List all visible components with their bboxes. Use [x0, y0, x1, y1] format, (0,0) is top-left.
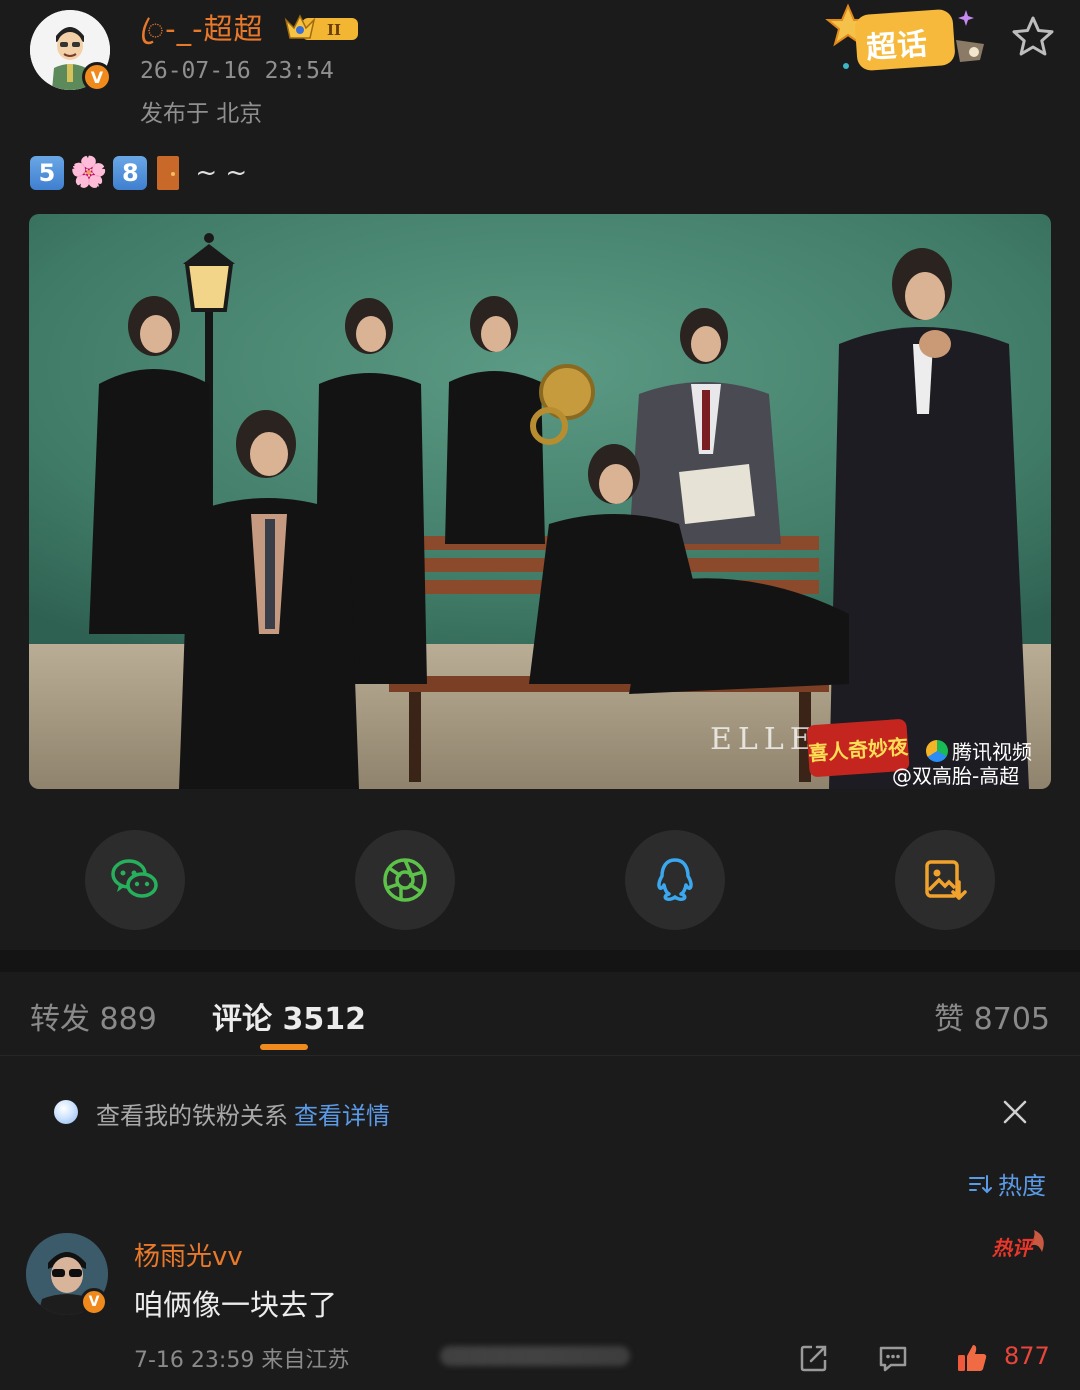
hot-comment-label: 热评 — [992, 1236, 1032, 1260]
fan-relation-text: 查看我的铁粉关系 查看详情 — [96, 1096, 390, 1131]
qq-icon — [657, 858, 693, 901]
post-text: 5 🌸 8 ~ ~ — [30, 154, 247, 192]
comment-like-count: 877 — [1004, 1342, 1050, 1370]
active-tab-indicator — [260, 1044, 308, 1050]
blurred-content — [440, 1346, 630, 1366]
moments-icon — [383, 858, 427, 902]
photo-watermark-credit: @双高胎-高超 — [892, 764, 1020, 788]
tab-like[interactable]: 赞 8705 — [934, 994, 1050, 1038]
like-thumb-icon[interactable] — [956, 1342, 988, 1374]
post-card: V ꦿ-_-超超 II 26-07-16 23:54 发布于 北京 超话 5 🌸… — [0, 0, 1080, 950]
author-username[interactable]: ꦿ-_-超超 — [140, 6, 264, 66]
post-text-suffix: ~ ~ — [195, 158, 248, 188]
tab-comment[interactable]: 评论 3512 — [212, 994, 366, 1038]
close-icon[interactable] — [1000, 1097, 1030, 1127]
supertopic-label: 超话 — [865, 26, 930, 67]
section-divider — [0, 950, 1080, 972]
keycap-eight-emoji: 8 — [113, 156, 148, 190]
comment-meta: 7-16 23:59 来自江苏 — [134, 1348, 350, 1373]
share-qq-button[interactable] — [625, 830, 725, 930]
keycap-five-emoji: 5 — [30, 156, 64, 190]
fan-relation-banner: 查看我的铁粉关系 查看详情 — [0, 1057, 1080, 1169]
commenter-name[interactable]: 杨雨光vv — [134, 1236, 243, 1273]
photo-watermark-magazine: ELLE — [710, 722, 818, 757]
post-timestamp: 26-07-16 23:54 — [140, 58, 334, 84]
commenter-verified-icon: V — [80, 1288, 108, 1316]
fan-level-crown-icon: II — [284, 14, 358, 40]
save-image-button[interactable] — [895, 830, 995, 930]
favorite-star-icon[interactable] — [1010, 14, 1056, 60]
svg-text:II: II — [327, 21, 341, 39]
verified-badge-icon: V — [82, 62, 112, 92]
fan-relation-label: 查看我的铁粉关系 — [96, 1102, 288, 1130]
reply-comment-icon[interactable] — [877, 1342, 909, 1374]
repost-comment-icon[interactable] — [798, 1342, 830, 1374]
share-wechat-button[interactable] — [85, 830, 185, 930]
door-emoji — [157, 156, 180, 190]
save-image-icon — [925, 860, 967, 900]
fan-badge-icon — [54, 1100, 78, 1124]
comment-body: 咱俩像一块去了 — [134, 1288, 338, 1322]
sort-label: 热度 — [998, 1172, 1046, 1200]
cherry-blossom-emoji: 🌸 — [70, 155, 108, 190]
share-moments-button[interactable] — [355, 830, 455, 930]
post-photo[interactable] — [29, 214, 1051, 789]
wechat-icon — [111, 859, 158, 898]
tencent-video-logo-icon — [926, 739, 948, 762]
sort-by-hotness-button[interactable]: 热度 — [968, 1166, 1046, 1201]
post-location: 发布于 北京 — [140, 101, 263, 127]
fan-relation-link[interactable]: 查看详情 — [294, 1102, 390, 1130]
tab-repost[interactable]: 转发 889 — [30, 994, 157, 1038]
interaction-tabs: 转发 889 评论 3512 赞 8705 — [0, 972, 1080, 1056]
sort-icon — [969, 1174, 992, 1193]
